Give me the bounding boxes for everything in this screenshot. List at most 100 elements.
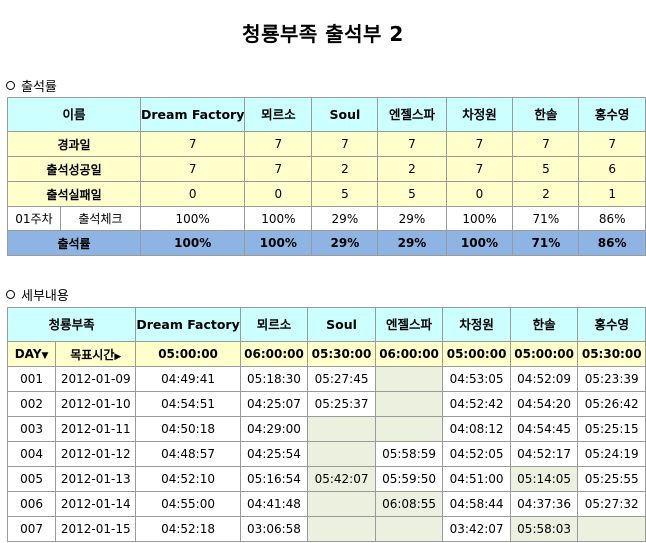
value-cell: 0	[445, 181, 514, 207]
time-cell: 05:14:05	[509, 466, 579, 492]
day-cell: 007	[6, 516, 57, 542]
circle-bullet-icon	[6, 290, 15, 299]
time-cell: 04:52:05	[442, 441, 511, 467]
date-cell: 2012-01-13	[55, 466, 137, 492]
table-row: 006 2012-01-14 04:55:00 04:41:48 06:08:55 04:…	[6, 491, 646, 517]
value-cell: 7	[244, 156, 313, 182]
member-header: 한솔	[509, 307, 579, 342]
table-row: 002 2012-01-10 04:54:51 04:25:07 05:25:37 04:…	[6, 391, 646, 417]
rate-cell: 100%	[244, 230, 313, 256]
value-cell: 1	[578, 181, 646, 207]
time-cell: 04:53:05	[442, 366, 511, 392]
time-cell: 05:27:45	[307, 366, 376, 392]
table-row: 출석실패일 0 0 5 5 0 2 1	[6, 181, 646, 207]
rate-cell: 29%	[311, 230, 379, 256]
value-cell: 7	[140, 156, 246, 182]
time-cell: 04:52:17	[509, 441, 579, 467]
member-header: 뫼르소	[244, 97, 313, 132]
time-cell: 05:16:54	[239, 466, 309, 492]
day-cell: 001	[6, 366, 57, 392]
time-cell: 04:51:00	[442, 466, 511, 492]
member-header: Dream Factory	[140, 97, 246, 132]
target-time: 05:00:00	[509, 341, 579, 367]
target-row: DAY▼ 목표시간▶ 05:00:00 06:00:00 05:30:00 06:00:0…	[6, 341, 646, 367]
time-cell	[307, 416, 376, 442]
day-cell: 005	[6, 466, 57, 492]
triangle-down-icon: ▼	[41, 351, 49, 361]
table-row: 경과일 7 7 7 7 7 7 7	[6, 131, 646, 157]
row-label: 출석성공일	[6, 156, 142, 182]
day-cell: 002	[6, 391, 57, 417]
time-cell: 04:54:45	[509, 416, 579, 442]
time-cell: 06:08:55	[374, 491, 444, 517]
time-cell: 04:37:36	[509, 491, 579, 517]
value-cell: 100%	[140, 206, 246, 231]
time-cell: 05:59:50	[374, 466, 444, 492]
attendance-table: 이름 Dream Factory 뫼르소 Soul 엔젤스파 차정원 한솔 홍수영 경과일 7 7 7…	[6, 97, 646, 256]
section-attendance-heading: 출석률	[6, 76, 57, 95]
row-label: 출석실패일	[6, 181, 142, 207]
row-label: 경과일	[6, 131, 142, 157]
day-cell: 003	[6, 416, 57, 442]
time-cell: 05:25:55	[577, 466, 646, 492]
column-header: 청룡부족	[6, 307, 137, 342]
time-cell: 05:23:39	[577, 366, 646, 392]
time-cell: 04:49:41	[135, 366, 241, 392]
table-row: 007 2012-01-15 04:52:18 03:06:58 03:42:07 05:…	[6, 516, 646, 542]
value-cell: 7	[311, 131, 379, 157]
target-time: 05:30:00	[307, 341, 376, 367]
value-cell: 7	[578, 131, 646, 157]
row-label: 출석률	[6, 230, 142, 256]
time-cell: 05:26:42	[577, 391, 646, 417]
week-row: 01주차 출석체크 100% 100% 29% 29% 100% 71% 86%	[7, 206, 646, 231]
time-cell: 05:58:59	[374, 441, 444, 467]
day-header: DAY▼	[6, 341, 57, 367]
value-cell: 100%	[445, 206, 514, 231]
time-cell: 04:52:42	[442, 391, 511, 417]
time-cell: 04:58:44	[442, 491, 511, 517]
table-row: 003 2012-01-11 04:50:18 04:29:00 04:08:12 04:…	[6, 416, 646, 442]
header-row: 이름 Dream Factory 뫼르소 Soul 엔젤스파 차정원 한솔 홍수영	[6, 97, 646, 132]
date-cell: 2012-01-14	[55, 491, 137, 517]
value-cell: 100%	[244, 206, 313, 231]
section-label: 출석률	[21, 80, 57, 95]
value-cell: 5	[512, 156, 580, 182]
value-cell: 29%	[311, 206, 379, 231]
time-cell: 03:06:58	[239, 516, 309, 542]
date-cell: 2012-01-12	[55, 441, 137, 467]
table-row: 004 2012-01-12 04:48:57 04:25:54 05:58:59 04:…	[6, 441, 646, 467]
value-cell: 2	[311, 156, 379, 182]
value-cell: 2	[512, 181, 580, 207]
value-cell: 5	[311, 181, 379, 207]
time-cell: 04:52:09	[509, 366, 579, 392]
table-row: 001 2012-01-09 04:49:41 05:18:30 05:27:45 04:…	[6, 366, 646, 392]
time-cell: 04:54:20	[509, 391, 579, 417]
rate-row: 출석률 100% 100% 29% 29% 100% 71% 86%	[6, 230, 646, 256]
time-cell: 05:27:32	[577, 491, 646, 517]
value-cell: 7	[445, 131, 514, 157]
target-time: 06:00:00	[374, 341, 444, 367]
time-cell: 05:58:03	[509, 516, 579, 542]
date-cell: 2012-01-09	[55, 366, 137, 392]
value-cell: 7	[244, 131, 313, 157]
time-cell	[374, 416, 444, 442]
member-header: 홍수영	[578, 97, 646, 132]
value-cell: 7	[140, 131, 246, 157]
column-header: 이름	[6, 97, 142, 132]
time-cell	[374, 366, 444, 392]
target-header: 목표시간▶	[55, 341, 137, 367]
time-cell: 04:52:10	[135, 466, 241, 492]
member-header: Dream Factory	[135, 307, 241, 342]
value-cell: 7	[445, 156, 514, 182]
time-cell: 05:24:19	[577, 441, 646, 467]
time-cell	[307, 441, 376, 467]
time-cell: 04:41:48	[239, 491, 309, 517]
table-row: 005 2012-01-13 04:52:10 05:16:54 05:42:07 05:…	[6, 466, 646, 492]
member-header: 뫼르소	[239, 307, 309, 342]
rate-cell: 100%	[445, 230, 514, 256]
target-time: 05:00:00	[442, 341, 511, 367]
date-cell: 2012-01-10	[55, 391, 137, 417]
triangle-right-icon: ▶	[114, 351, 122, 362]
time-cell: 05:25:37	[307, 391, 376, 417]
detail-table: 청룡부족 Dream Factory 뫼르소 Soul 엔젤스파 차정원 한솔 홍수영 DAY▼…	[6, 307, 646, 542]
